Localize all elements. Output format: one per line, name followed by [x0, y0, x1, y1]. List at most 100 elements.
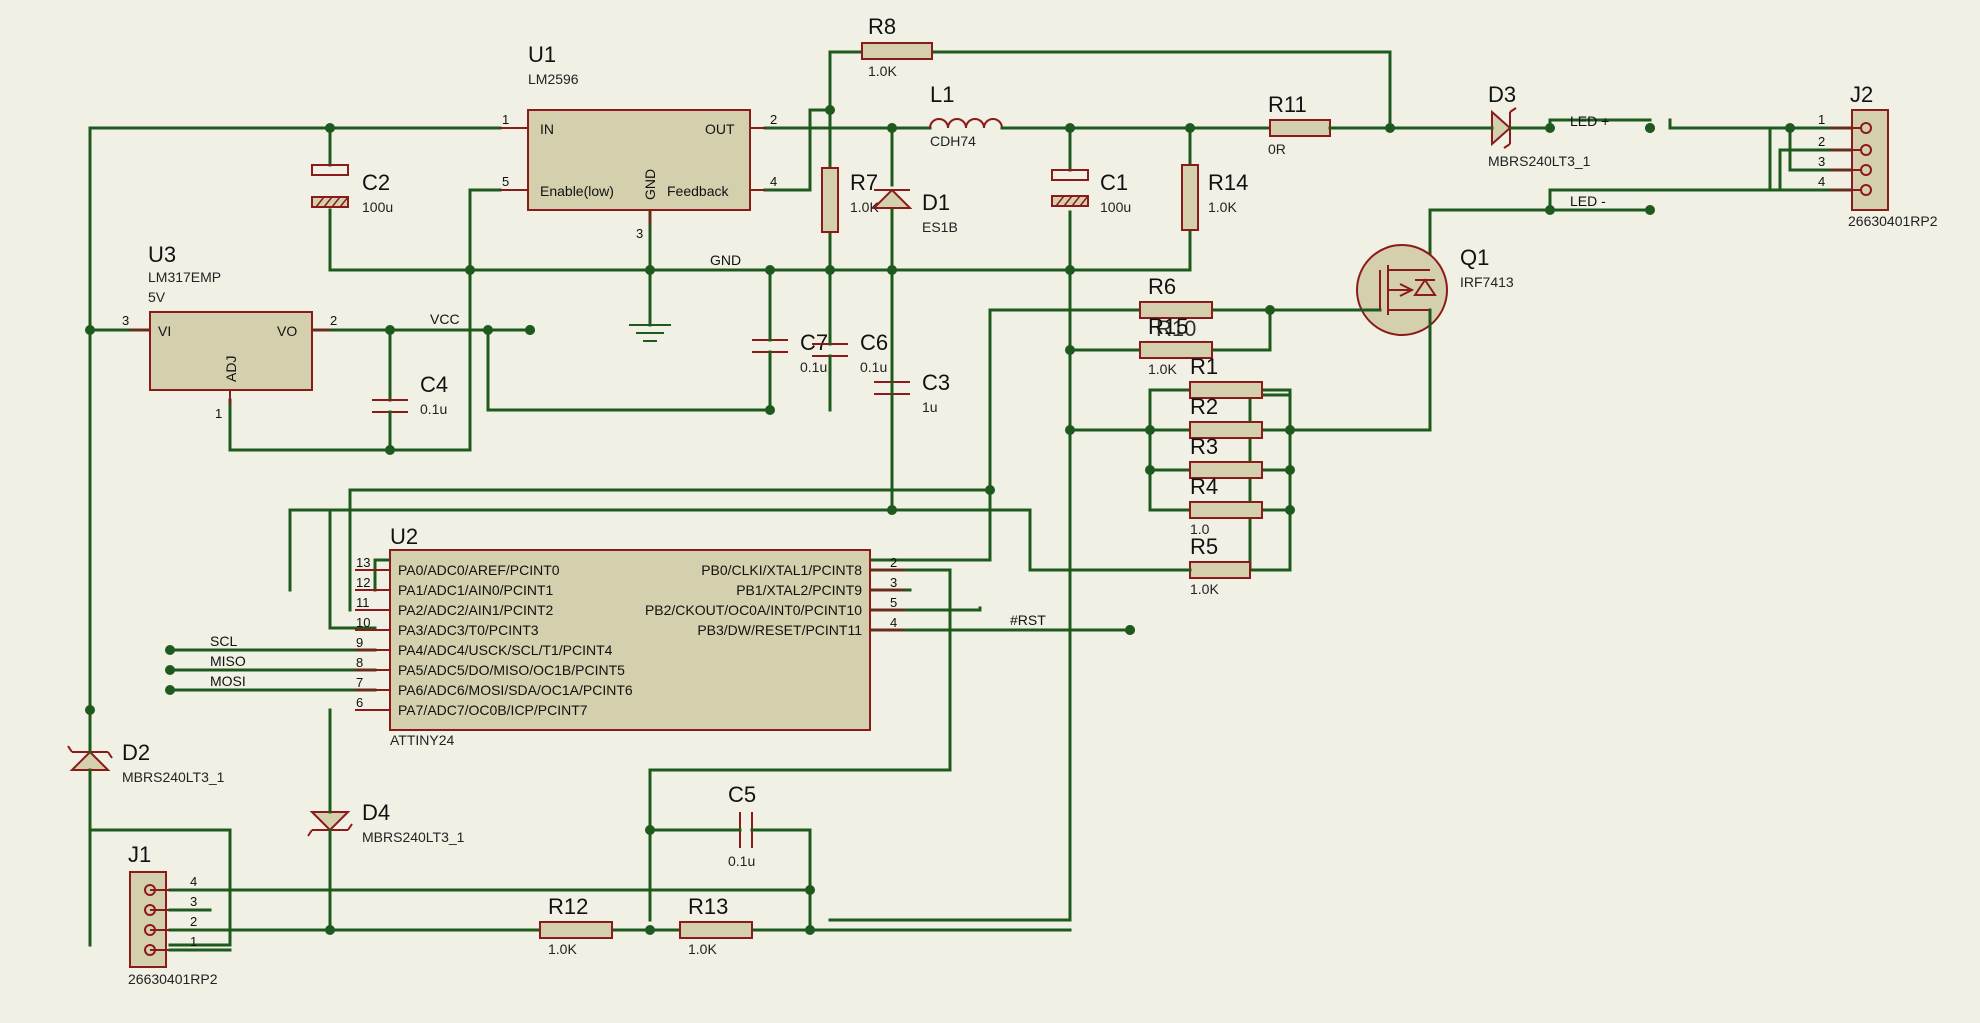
inductor-l1[interactable]: L1 CDH74 [918, 82, 1015, 149]
u3-pinnum-adj: 1 [215, 406, 222, 421]
capacitor-c4[interactable]: C4 0.1u [372, 372, 448, 422]
j2-pin-2: 2 [1818, 134, 1825, 149]
capacitor-c3[interactable]: C3 1u [874, 368, 950, 415]
c7-value: 0.1u [800, 359, 827, 375]
net-label-scl: SCL [210, 633, 237, 649]
c2-value: 100u [362, 199, 393, 215]
l1-ref: L1 [930, 82, 954, 107]
resistor-r11[interactable]: R11 0R [1268, 92, 1342, 157]
u1-pin-out: OUT [705, 121, 735, 137]
r4-ref: R4 [1190, 474, 1218, 499]
c5-ref: C5 [728, 782, 756, 807]
c6-value: 0.1u [860, 359, 887, 375]
u1-pin-enable: Enable(low) [540, 183, 614, 199]
u2-attiny24[interactable]: U2 ATTINY24 13 PA0/ADC0/AREF/PCINT0 12 PA1/… [210, 524, 1046, 748]
r13-value: 1.0K [688, 941, 717, 957]
c1-ref: C1 [1100, 170, 1128, 195]
j2-pin-1: 1 [1818, 112, 1825, 127]
r14-ref: R14 [1208, 170, 1248, 195]
j2-pin-3: 3 [1818, 154, 1825, 169]
connector-j1[interactable]: 4 3 2 1 J1 26630401RP2 [128, 842, 232, 987]
mosfet-q1[interactable]: Q1 IRF7413 [1338, 244, 1514, 432]
capacitor-c2[interactable]: C2 100u [311, 164, 393, 215]
u2-pin-number: 10 [356, 615, 370, 630]
ground-symbol: GND [629, 252, 741, 342]
u2-pin-name: PB3/DW/RESET/PCINT11 [697, 622, 862, 638]
u2-ref: U2 [390, 524, 418, 549]
connector-j2[interactable]: 1 2 3 4 J2 26630401RP2 LED + LED - [1570, 82, 1938, 229]
capacitor-c1[interactable]: C1 100u [1051, 169, 1131, 215]
net-label-vcc: VCC [430, 311, 460, 327]
resistor-r6[interactable]: R6 [1139, 274, 1213, 319]
capacitor-c5[interactable]: C5 0.1u [728, 782, 762, 869]
u2-pin-name: PB0/CLKI/XTAL1/PCINT8 [701, 562, 862, 578]
schematic-canvas: U1 LM2596 IN OUT Enable(low) Feedback GN… [67, 14, 1938, 987]
u3-ref: U3 [148, 242, 176, 267]
c3-ref: C3 [922, 370, 950, 395]
resistor-r12[interactable]: R12 1.0K [539, 894, 613, 957]
u2-pin-name: PA1/ADC1/AIN0/PCINT1 [398, 582, 554, 598]
u2-pin-name: PA5/ADC5/DO/MISO/OC1B/PCINT5 [398, 662, 625, 678]
u2-pin-name: PB1/XTAL2/PCINT9 [736, 582, 862, 598]
u1-pinnum-enable: 5 [502, 174, 509, 189]
r7-ref: R7 [850, 170, 878, 195]
junctions [85, 105, 1865, 935]
r6-ref: R6 [1148, 274, 1176, 299]
j2-value: 26630401RP2 [1848, 213, 1938, 229]
r12-ref: R12 [548, 894, 588, 919]
resistor-r14[interactable]: R14 1.0K [1181, 164, 1248, 231]
resistor-r13[interactable]: R13 1.0K [679, 894, 753, 957]
resistor-r5[interactable]: R5 1.0K [1138, 534, 1251, 597]
resistor-r8[interactable]: R8 1.0K [861, 14, 933, 79]
u1-pinnum-out: 2 [770, 112, 777, 127]
r11-value: 0R [1268, 141, 1286, 157]
r13-ref: R13 [688, 894, 728, 919]
r5-ref: R5 [1190, 534, 1218, 559]
diode-d2[interactable]: D2 MBRS240LT3_1 [67, 738, 225, 792]
r2-ref: R2 [1190, 394, 1218, 419]
u2-pin-name: PB2/CKOUT/OC0A/INT0/PCINT10 [645, 602, 862, 618]
diode-d4[interactable]: D4 MBRS240LT3_1 [307, 798, 465, 847]
resistor-r1[interactable]: R1 [1189, 354, 1263, 399]
u3-value: LM317EMP [148, 269, 221, 285]
u2-pin-name: PA7/ADC7/OC0B/ICP/PCINT7 [398, 702, 588, 718]
u1-lm2596[interactable]: U1 LM2596 IN OUT Enable(low) Feedback GN… [500, 42, 777, 241]
net-label-rst: #RST [1010, 612, 1046, 628]
u2-value: ATTINY24 [390, 732, 455, 748]
j1-pin-3: 3 [190, 894, 197, 909]
u2-pin-number: 7 [356, 675, 363, 690]
wires [88, 50, 1862, 947]
u2-pin-name: PA6/ADC6/MOSI/SDA/OC1A/PCINT6 [398, 682, 633, 698]
u2-pin-name: PA4/ADC4/USCK/SCL/T1/PCINT4 [398, 642, 613, 658]
r5-value: 1.0K [1190, 581, 1219, 597]
d1-value: ES1B [922, 219, 958, 235]
u3-pin-vo: VO [277, 323, 297, 339]
u1-pinnum-gnd: 3 [636, 226, 643, 241]
c4-value: 0.1u [420, 401, 447, 417]
u1-pinnum-in: 1 [502, 112, 509, 127]
c4-ref: C4 [420, 372, 448, 397]
u3-pinnum-vo: 2 [330, 313, 337, 328]
q1-value: IRF7413 [1460, 274, 1514, 290]
diode-d1[interactable]: D1 ES1B [871, 188, 958, 235]
resistor-r7[interactable]: R7 1.0K [821, 167, 879, 233]
u2-pin-number: 11 [356, 595, 370, 610]
c6-ref: C6 [860, 330, 888, 355]
j1-pin-2: 2 [190, 914, 197, 929]
c1-value: 100u [1100, 199, 1131, 215]
j2-ref: J2 [1850, 82, 1873, 107]
r8-value: 1.0K [868, 63, 897, 79]
u3-pinnum-vi: 3 [122, 313, 129, 328]
r11-ref: R11 [1268, 92, 1307, 117]
u2-pin-name: PA0/ADC0/AREF/PCINT0 [398, 562, 560, 578]
d4-value: MBRS240LT3_1 [362, 829, 465, 845]
d4-ref: D4 [362, 800, 390, 825]
j1-ref: J1 [128, 842, 151, 867]
u1-pin-in: IN [540, 121, 554, 137]
u3-pin-vi: VI [158, 323, 171, 339]
c7-ref: C7 [800, 330, 828, 355]
c5-value: 0.1u [728, 853, 755, 869]
d3-ref: D3 [1488, 82, 1516, 107]
j1-value: 26630401RP2 [128, 971, 218, 987]
q1-ref: Q1 [1460, 245, 1489, 270]
